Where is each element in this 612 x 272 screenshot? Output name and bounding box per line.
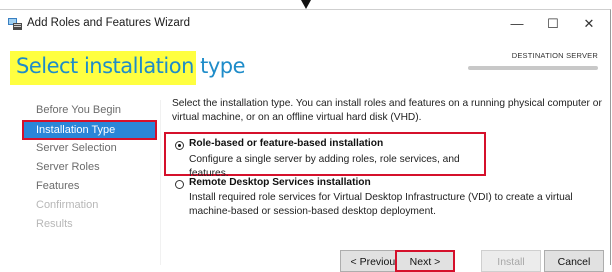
remote-desktop-option-title[interactable]: Remote Desktop Services installation bbox=[189, 177, 371, 188]
install-button: Install bbox=[481, 250, 541, 272]
nav-item-confirmation: Confirmation bbox=[36, 199, 99, 211]
role-based-option-title[interactable]: Role-based or feature-based installation bbox=[189, 138, 383, 149]
intro-text: Select the installation type. You can in… bbox=[172, 98, 602, 123]
nav-item-server-selection[interactable]: Server Selection bbox=[36, 142, 117, 154]
remote-desktop-radio[interactable] bbox=[175, 180, 184, 189]
nav-item-label: Installation Type bbox=[36, 124, 116, 136]
nav-item-before-you-begin[interactable]: Before You Begin bbox=[36, 104, 121, 116]
nav-item-features[interactable]: Features bbox=[36, 180, 79, 192]
close-button[interactable]: ✕ bbox=[576, 15, 602, 33]
page-title: Select installation type bbox=[16, 54, 246, 78]
annotation-arrow bbox=[301, 0, 311, 9]
wizard-header: Select installation type DESTINATION SER… bbox=[0, 38, 610, 90]
next-button[interactable]: Next > bbox=[395, 250, 455, 272]
destination-server-value-redacted bbox=[468, 65, 598, 71]
window-title: Add Roles and Features Wizard bbox=[27, 17, 190, 29]
minimize-button[interactable]: — bbox=[504, 15, 530, 33]
nav-item-results: Results bbox=[36, 218, 73, 230]
remote-desktop-option-description: Install required role services for Virtu… bbox=[189, 192, 573, 217]
maximize-button[interactable]: ☐ bbox=[540, 15, 566, 33]
cancel-button[interactable]: Cancel bbox=[544, 250, 604, 272]
nav-divider bbox=[160, 100, 161, 265]
server-manager-icon bbox=[8, 18, 22, 30]
destination-server-label: DESTINATION SERVER bbox=[511, 51, 598, 60]
title-bar[interactable]: Add Roles and Features Wizard — ☐ ✕ bbox=[0, 10, 610, 38]
nav-item-server-roles[interactable]: Server Roles bbox=[36, 161, 100, 173]
nav-item-installation-type[interactable]: Installation Type bbox=[22, 120, 157, 140]
wizard-window: Add Roles and Features Wizard — ☐ ✕ Sele… bbox=[0, 9, 611, 272]
role-based-radio[interactable] bbox=[175, 141, 184, 150]
